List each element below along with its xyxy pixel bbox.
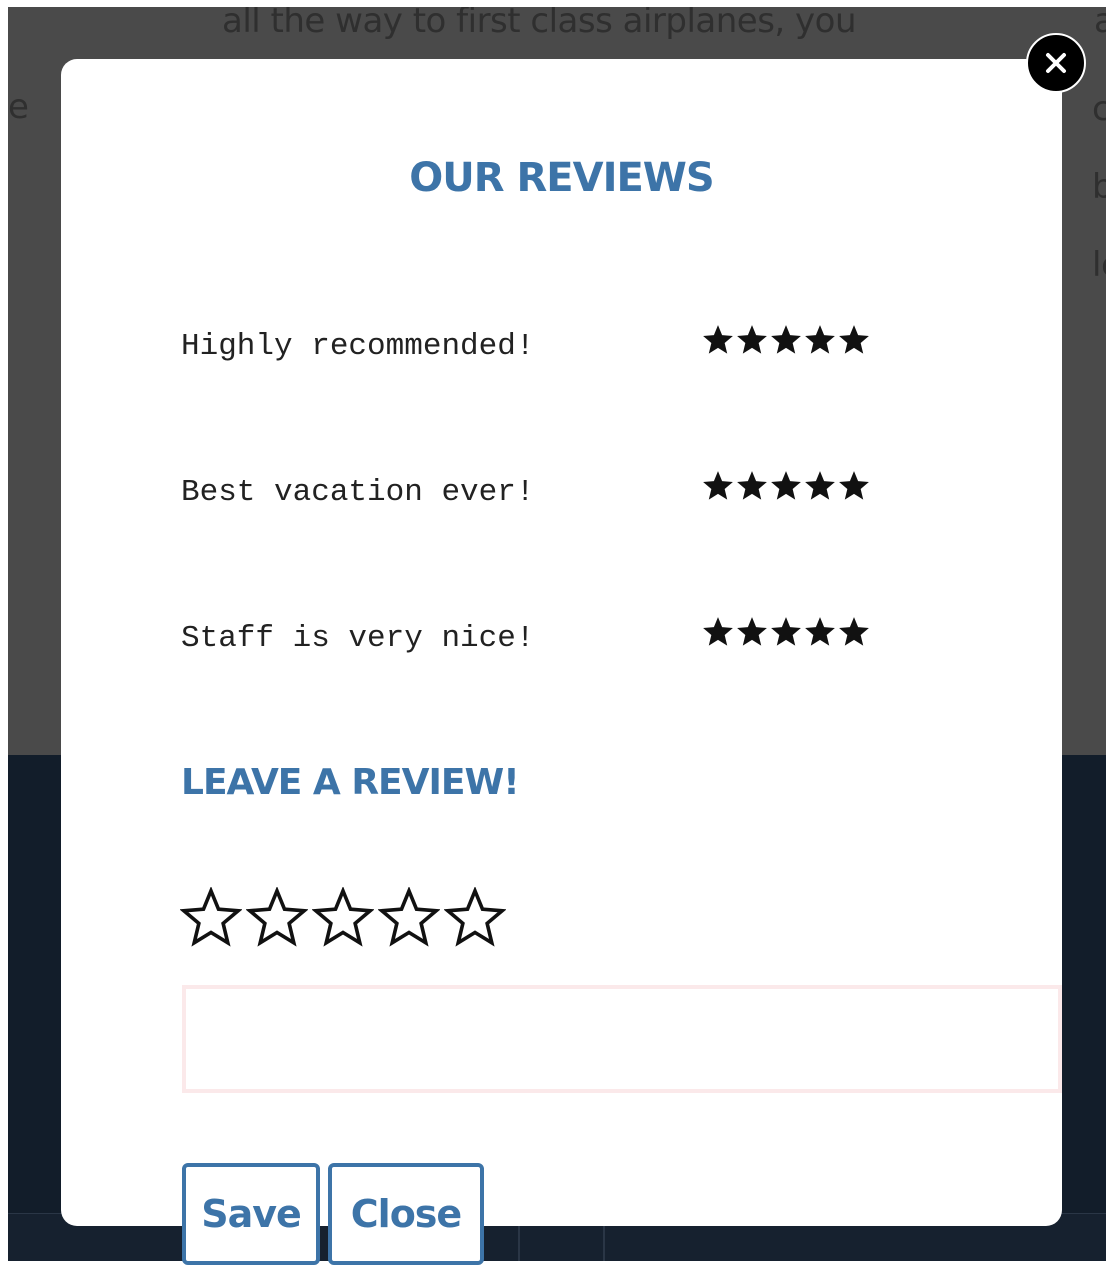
star-filled-icon <box>805 325 835 354</box>
review-item: Highly recommended! <box>181 325 901 369</box>
background-text: all the way to first class airplanes, yo… <box>222 7 857 41</box>
review-text-input[interactable] <box>182 985 1062 1093</box>
review-rating <box>701 469 871 503</box>
save-button[interactable]: Save <box>182 1163 320 1265</box>
background-text-fragment: a <box>1094 7 1106 41</box>
review-item: Best vacation ever! <box>181 471 901 515</box>
star-filled-icon <box>771 471 801 500</box>
star-outline-icon[interactable] <box>180 887 242 949</box>
star-outline-icon[interactable] <box>444 887 506 949</box>
review-text: Staff is very nice! <box>181 621 535 656</box>
review-text: Best vacation ever! <box>181 475 535 510</box>
star-filled-icon <box>771 325 801 354</box>
star-outline-icon[interactable] <box>246 887 308 949</box>
close-button[interactable]: Close <box>328 1163 484 1265</box>
review-text: Highly recommended! <box>181 329 535 364</box>
close-x-icon <box>1046 53 1066 73</box>
star-filled-icon <box>839 471 869 500</box>
star-filled-icon <box>839 617 869 646</box>
modal-title: OUR REVIEWS <box>409 155 714 201</box>
star-filled-icon <box>805 617 835 646</box>
star-filled-icon <box>771 617 801 646</box>
review-rating <box>701 615 871 649</box>
leave-review-title: LEAVE A REVIEW! <box>181 762 520 803</box>
background-text-fragment: le <box>1092 245 1106 285</box>
review-rating <box>701 323 871 357</box>
close-modal-button[interactable] <box>1026 33 1086 93</box>
star-filled-icon <box>703 325 733 354</box>
reviews-modal: OUR REVIEWS Highly recommended! Best vac… <box>61 59 1062 1265</box>
star-filled-icon <box>737 471 767 500</box>
background-text-fragment: e <box>8 87 29 127</box>
star-filled-icon <box>703 617 733 646</box>
star-rating-input <box>180 887 506 949</box>
star-filled-icon <box>703 471 733 500</box>
background-text-fragment: c <box>1092 89 1106 129</box>
star-filled-icon <box>737 325 767 354</box>
background-text-fragment: b <box>1092 167 1106 207</box>
star-filled-icon <box>839 325 869 354</box>
star-filled-icon <box>737 617 767 646</box>
star-outline-icon[interactable] <box>378 887 440 949</box>
star-filled-icon <box>805 471 835 500</box>
review-item: Staff is very nice! <box>181 617 901 661</box>
star-outline-icon[interactable] <box>312 887 374 949</box>
